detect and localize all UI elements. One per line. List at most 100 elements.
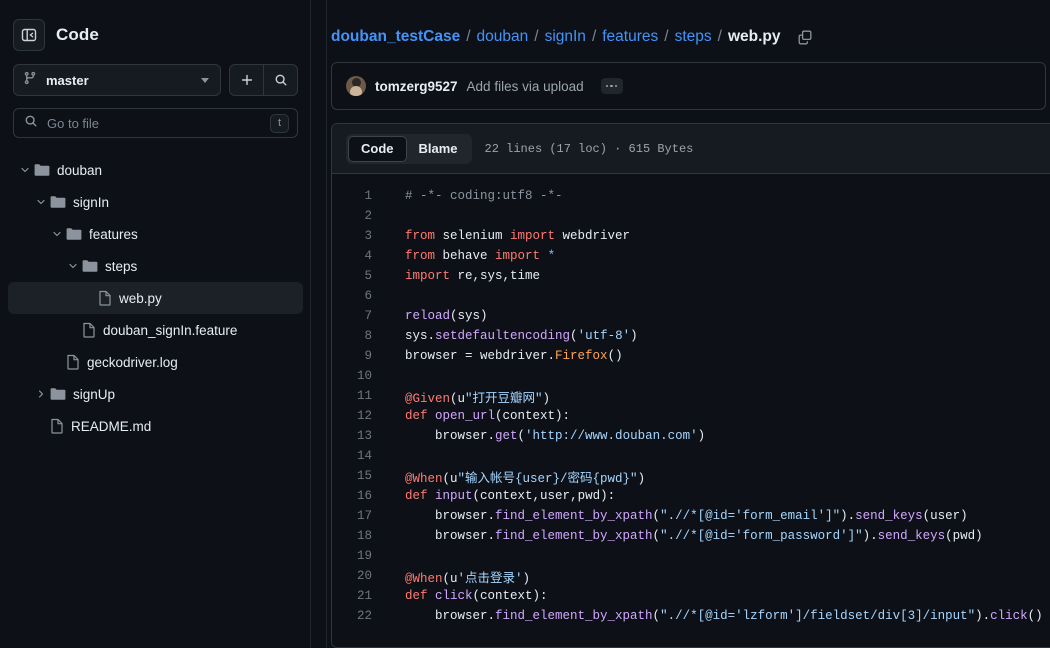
line-number[interactable]: 2 xyxy=(332,209,380,223)
line-number[interactable]: 1 xyxy=(332,189,380,203)
code-token: input xyxy=(435,489,473,503)
code-line: 10 xyxy=(332,366,1050,386)
line-source[interactable]: def click(context): xyxy=(380,589,548,603)
breadcrumb-link-signin[interactable]: signIn xyxy=(545,28,586,46)
tree-item-label: douban_signIn.feature xyxy=(103,322,238,338)
tab-code[interactable]: Code xyxy=(348,135,407,162)
tab-blame[interactable]: Blame xyxy=(407,136,470,162)
avatar xyxy=(346,76,366,96)
line-source[interactable]: browser.find_element_by_xpath(".//*[@id=… xyxy=(380,509,968,523)
line-number[interactable]: 17 xyxy=(332,509,380,523)
breadcrumb-link-douban[interactable]: douban xyxy=(477,28,529,46)
copy-path-icon[interactable] xyxy=(797,29,813,45)
search-icon[interactable] xyxy=(264,65,297,95)
line-number[interactable]: 19 xyxy=(332,549,380,563)
code-content[interactable]: 1 # -*- coding:utf8 -*- 2 3 from selenium im… xyxy=(332,174,1050,647)
file-icon xyxy=(98,290,112,306)
line-source[interactable]: from selenium import webdriver xyxy=(380,229,630,243)
line-number[interactable]: 3 xyxy=(332,229,380,243)
line-number[interactable]: 6 xyxy=(332,289,380,303)
line-number[interactable]: 21 xyxy=(332,589,380,603)
ellipsis-icon[interactable] xyxy=(600,78,623,94)
line-number[interactable]: 22 xyxy=(332,609,380,623)
main-content: douban_testCase / douban / signIn / features / s… xyxy=(327,0,1050,648)
line-number[interactable]: 7 xyxy=(332,309,380,323)
breadcrumb-link-douban-testcase[interactable]: douban_testCase xyxy=(331,28,460,46)
code-token: Firefox xyxy=(555,349,608,363)
commit-message[interactable]: Add files via upload xyxy=(467,79,584,94)
code-line: 16 def input(context,user,pwd): xyxy=(332,486,1050,506)
line-source[interactable]: sys.setdefaultencoding('utf-8') xyxy=(380,329,638,343)
tree-item-steps[interactable]: steps xyxy=(8,250,303,282)
go-to-file-input[interactable]: Go to file t xyxy=(13,108,298,138)
sidebar-action-buttons xyxy=(229,64,298,96)
line-source[interactable]: @When(u'点击登录') xyxy=(380,567,530,586)
tree-item-features[interactable]: features xyxy=(8,218,303,250)
code-token: import xyxy=(510,229,556,243)
code-panel-header: Code Blame 22 lines (17 loc) · 615 Bytes xyxy=(332,124,1050,174)
tree-item-label: signUp xyxy=(73,386,116,402)
breadcrumb-link-features[interactable]: features xyxy=(602,28,658,46)
sidebar-collapse-icon[interactable] xyxy=(13,19,45,51)
tree-item-signup[interactable]: signUp xyxy=(8,378,303,410)
tree-item-readme-md[interactable]: README.md xyxy=(8,410,303,442)
line-number[interactable]: 4 xyxy=(332,249,380,263)
line-number[interactable]: 20 xyxy=(332,569,380,583)
line-number[interactable]: 10 xyxy=(332,369,380,383)
line-number[interactable]: 12 xyxy=(332,409,380,423)
page-title: Code xyxy=(56,25,99,44)
line-number[interactable]: 8 xyxy=(332,329,380,343)
line-number[interactable]: 15 xyxy=(332,469,380,483)
line-source[interactable]: def open_url(context): xyxy=(380,409,570,423)
line-number[interactable]: 16 xyxy=(332,489,380,503)
code-token: def xyxy=(405,589,428,603)
code-token: ) xyxy=(697,429,706,443)
chevron-down-icon[interactable] xyxy=(32,196,50,208)
github-code-view: Code master Go to file t douban signIn f… xyxy=(0,0,1050,648)
tree-item-geckodriver-log[interactable]: geckodriver.log xyxy=(8,346,303,378)
chevron-down-icon[interactable] xyxy=(48,228,66,240)
line-source[interactable]: reload(sys) xyxy=(380,309,488,323)
code-token: (context): xyxy=(495,409,571,423)
code-token: (context,user,pwd): xyxy=(472,489,616,503)
line-number[interactable]: 14 xyxy=(332,449,380,463)
chevron-down-icon[interactable] xyxy=(16,164,34,176)
breadcrumb-current-file: web.py xyxy=(727,28,781,45)
code-token: def xyxy=(405,409,428,423)
line-source[interactable]: import re,sys,time xyxy=(380,269,540,283)
code-token: webdriver. xyxy=(472,349,556,363)
code-token: find_element_by_xpath xyxy=(495,509,653,523)
tree-item-signin[interactable]: signIn xyxy=(8,186,303,218)
code-token: ) xyxy=(542,391,551,406)
breadcrumb-separator: / xyxy=(591,28,597,45)
chevron-down-icon[interactable] xyxy=(64,260,82,272)
code-token: selenium xyxy=(435,229,511,243)
code-token: find_element_by_xpath xyxy=(495,609,653,623)
tree-item-douban[interactable]: douban xyxy=(8,154,303,186)
code-token: ".//*[@id='form_email']" xyxy=(660,509,841,523)
tree-item-web-py[interactable]: web.py xyxy=(8,282,303,314)
line-number[interactable]: 9 xyxy=(332,349,380,363)
line-source[interactable]: def input(context,user,pwd): xyxy=(380,489,615,503)
line-number[interactable]: 18 xyxy=(332,529,380,543)
breadcrumb-link-steps[interactable]: steps xyxy=(675,28,712,46)
add-file-button[interactable] xyxy=(230,65,263,95)
line-source[interactable]: @Given(u"打开豆瓣网") xyxy=(380,387,550,406)
commit-author[interactable]: tomzerg9527 xyxy=(375,79,458,94)
branch-picker-button[interactable]: master xyxy=(13,64,221,96)
line-source[interactable]: browser.get('http://www.douban.com') xyxy=(380,429,705,443)
line-source[interactable]: browser = webdriver.Firefox() xyxy=(380,349,623,363)
line-number[interactable]: 11 xyxy=(332,389,380,403)
code-line: 7 reload(sys) xyxy=(332,306,1050,326)
line-source[interactable]: from behave import * xyxy=(380,249,555,263)
line-number[interactable]: 5 xyxy=(332,269,380,283)
line-source[interactable]: browser.find_element_by_xpath(".//*[@id=… xyxy=(380,609,1043,623)
line-number[interactable]: 13 xyxy=(332,429,380,443)
line-source[interactable]: browser.find_element_by_xpath(".//*[@id=… xyxy=(380,529,983,543)
chevron-right-icon[interactable] xyxy=(32,388,50,400)
code-blame-tabs: Code Blame xyxy=(346,133,472,164)
line-source[interactable]: # -*- coding:utf8 -*- xyxy=(380,189,563,203)
tree-item-douban-signin-feature[interactable]: douban_signIn.feature xyxy=(8,314,303,346)
code-token: re,sys,time xyxy=(450,269,541,283)
line-source[interactable]: @When(u"输入帐号{user}/密码{pwd}") xyxy=(380,467,645,486)
